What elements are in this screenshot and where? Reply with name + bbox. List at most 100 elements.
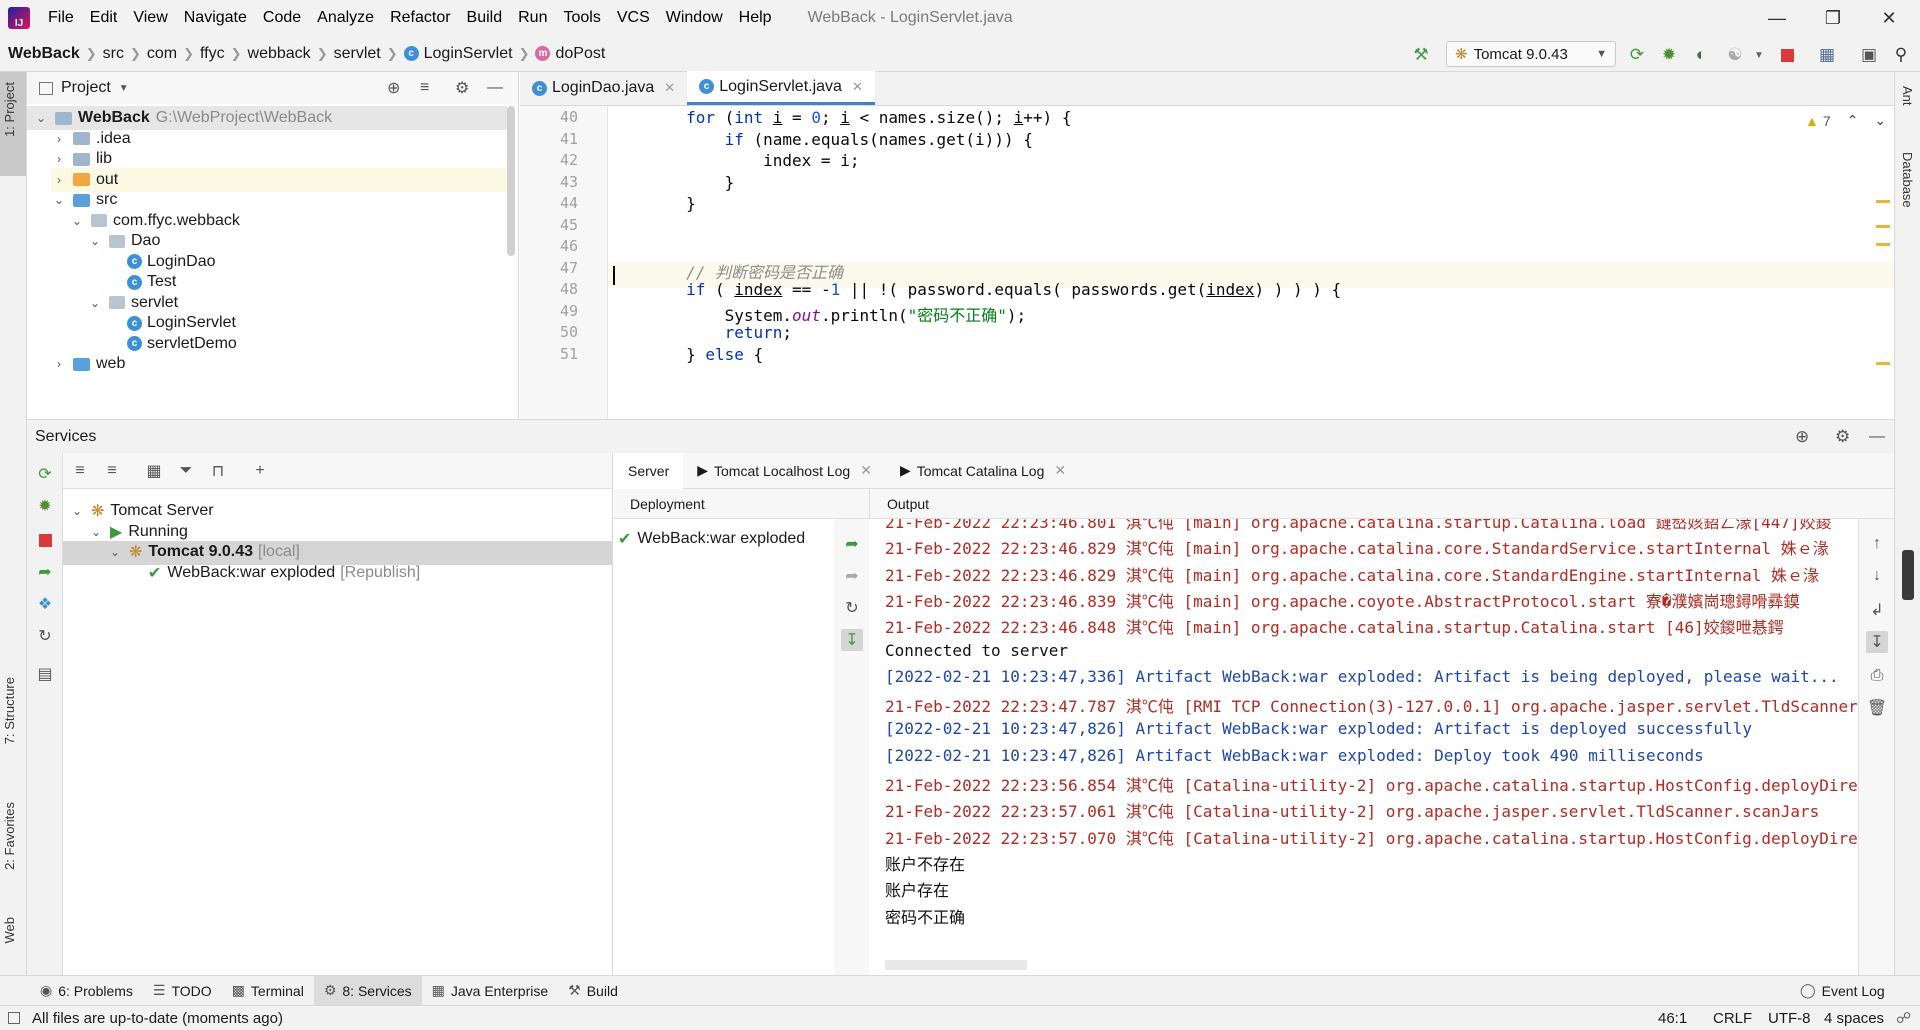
stop-icon[interactable]	[1776, 44, 1798, 66]
search-icon[interactable]: ⚲	[1890, 44, 1912, 66]
code-line[interactable]: if ( index == -1 || !( password.equals( …	[609, 280, 1341, 299]
trash-icon[interactable]: 🗑	[1866, 697, 1888, 719]
services-tree-item[interactable]: ✔ WebBack:war exploded [Republish]	[126, 561, 420, 585]
breadcrumb-item[interactable]: ffyc	[200, 45, 225, 63]
tab-build[interactable]: ⚒ Build	[558, 976, 628, 1006]
database-tool-label[interactable]: Database	[1900, 152, 1915, 208]
build-hammer-icon[interactable]: ⚒	[1410, 44, 1432, 66]
error-stripe-mark[interactable]	[1876, 200, 1890, 203]
status-toggle-icon[interactable]	[8, 1012, 20, 1024]
close-tab-icon[interactable]: ✕	[1054, 462, 1066, 479]
breadcrumb-item[interactable]: servlet	[334, 45, 381, 63]
rerun-icon[interactable]: ⟳	[34, 463, 56, 485]
artifact-icon[interactable]: ❖	[34, 593, 56, 615]
menu-code[interactable]: Code	[263, 9, 301, 27]
run-configuration-select[interactable]: ❋ Tomcat 9.0.43 ▼	[1446, 41, 1616, 67]
breadcrumb-item[interactable]: WebBack	[8, 45, 80, 63]
tab-todo[interactable]: ☰ TODO	[143, 976, 222, 1006]
close-icon[interactable]: ✕	[1864, 0, 1914, 36]
breadcrumb-item[interactable]: com	[147, 45, 177, 63]
console-output[interactable]: 21-Feb-2022 22:23:46.801 淇℃伅 [main] org.…	[870, 519, 1858, 975]
tab-server[interactable]: Server	[614, 452, 684, 489]
error-stripe-mark[interactable]	[1876, 225, 1890, 228]
chevron-down-icon[interactable]: ⌄	[87, 296, 103, 310]
project-tool-label[interactable]: 1: Project	[2, 82, 17, 137]
tab-loginservlet[interactable]: c LoginServlet.java ✕	[687, 71, 875, 105]
profile-icon[interactable]: ☯	[1724, 44, 1746, 66]
gear-icon[interactable]: ⚙	[1835, 427, 1850, 447]
new-tab-icon[interactable]: ⊓	[207, 460, 229, 482]
profile-dropdown-icon[interactable]: ▼	[1748, 44, 1770, 66]
chevron-down-icon[interactable]: ⌄	[1874, 112, 1886, 129]
locate-icon[interactable]: ⊕	[1795, 427, 1809, 447]
close-tab-icon[interactable]: ✕	[860, 462, 872, 479]
deploy-icon[interactable]: ➦	[841, 533, 863, 555]
code-line[interactable]: } else {	[609, 345, 763, 364]
chevron-down-icon[interactable]: ⌄	[51, 193, 67, 207]
code-line[interactable]: index = i;	[609, 151, 859, 170]
hide-panel-icon[interactable]: —	[1869, 428, 1885, 446]
chevron-down-icon[interactable]: ⌄	[88, 525, 104, 539]
undeploy-icon[interactable]: ➦	[841, 565, 863, 587]
menu-refactor[interactable]: Refactor	[390, 9, 450, 27]
chevron-up-icon[interactable]: ⌃	[1847, 112, 1859, 129]
menu-file[interactable]: File	[48, 9, 74, 27]
layout-icon[interactable]: ▣	[1858, 44, 1880, 66]
scroll-to-end-icon[interactable]: ↧	[1866, 631, 1888, 653]
chevron-down-icon[interactable]: ⌄	[69, 504, 85, 518]
breadcrumb-item[interactable]: src	[103, 45, 124, 63]
project-scrollbar[interactable]	[507, 106, 515, 256]
deploy-icon[interactable]: ➦	[34, 561, 56, 583]
inspection-widget[interactable]: ▲ 7 ⌃ ⌄	[1805, 112, 1886, 129]
event-log-button[interactable]: ◯ Event Log	[1790, 976, 1895, 1006]
lock-icon[interactable]: ☍	[1896, 1009, 1911, 1027]
menu-vcs[interactable]: VCS	[617, 9, 650, 27]
close-tab-icon[interactable]: ✕	[664, 80, 675, 96]
debug-icon[interactable]: ✹	[34, 495, 56, 517]
breadcrumb-item[interactable]: webback	[248, 45, 311, 63]
chevron-down-icon[interactable]: ▼	[119, 83, 129, 94]
chevron-down-icon[interactable]: ⌄	[69, 214, 85, 228]
expand-all-icon[interactable]: ≡	[69, 460, 91, 482]
tab-terminal[interactable]: ▩ Terminal	[222, 976, 314, 1006]
coverage-icon[interactable]: ◐	[1690, 44, 1712, 66]
chevron-down-icon[interactable]: ⌄	[33, 111, 49, 125]
layout-icon[interactable]: ▤	[34, 663, 56, 685]
project-tree-item[interactable]: › out	[51, 167, 511, 192]
stop-icon[interactable]	[34, 529, 56, 551]
filter-icon[interactable]: ⏷	[175, 460, 197, 482]
menu-build[interactable]: Build	[467, 9, 503, 27]
menu-edit[interactable]: Edit	[90, 9, 118, 27]
chevron-right-icon[interactable]: ›	[51, 357, 67, 371]
soft-wrap-icon[interactable]: ↲	[1866, 599, 1888, 621]
refresh-icon[interactable]: ↻	[34, 625, 56, 647]
error-stripe-mark[interactable]	[1876, 362, 1890, 365]
refresh-icon[interactable]: ↻	[841, 597, 863, 619]
print-icon[interactable]: ⎙	[1866, 665, 1888, 687]
web-tool-label[interactable]: Web	[2, 917, 17, 944]
project-structure-icon[interactable]: ▦	[1816, 44, 1838, 66]
group-icon[interactable]: ▦	[143, 460, 165, 482]
breadcrumb-item[interactable]: m doPost	[535, 45, 605, 63]
menu-help[interactable]: Help	[739, 9, 772, 27]
horizontal-scrollbar[interactable]	[885, 960, 1027, 970]
code-line[interactable]: return;	[609, 323, 792, 342]
tab-java-enterprise[interactable]: ▦ Java Enterprise	[422, 976, 559, 1006]
add-icon[interactable]: +	[249, 460, 271, 482]
error-stripe-mark[interactable]	[1876, 243, 1890, 246]
project-panel-title[interactable]: Project	[61, 79, 111, 97]
chevron-down-icon[interactable]: ⌄	[87, 234, 103, 248]
update-icon[interactable]: ↧	[841, 629, 863, 651]
project-tree-item[interactable]: › web	[51, 352, 125, 376]
rerun-icon[interactable]: ⟳	[1626, 44, 1648, 66]
minimize-icon[interactable]: —	[1752, 0, 1802, 36]
down-arrow-icon[interactable]: ↓	[1866, 565, 1888, 587]
code-line[interactable]: for (int i = 0; i < names.size(); i++) {	[609, 108, 1071, 127]
menu-tools[interactable]: Tools	[563, 9, 600, 27]
code-line[interactable]: }	[609, 173, 735, 192]
chevron-right-icon[interactable]: ›	[51, 152, 67, 166]
caret-position[interactable]: 46:1	[1658, 1010, 1687, 1027]
code-editor[interactable]: for (int i = 0; i < names.size(); i++) {…	[609, 106, 1894, 419]
tab-problems[interactable]: ◉ 6: Problems	[30, 976, 143, 1006]
chevron-right-icon[interactable]: ›	[51, 173, 67, 187]
